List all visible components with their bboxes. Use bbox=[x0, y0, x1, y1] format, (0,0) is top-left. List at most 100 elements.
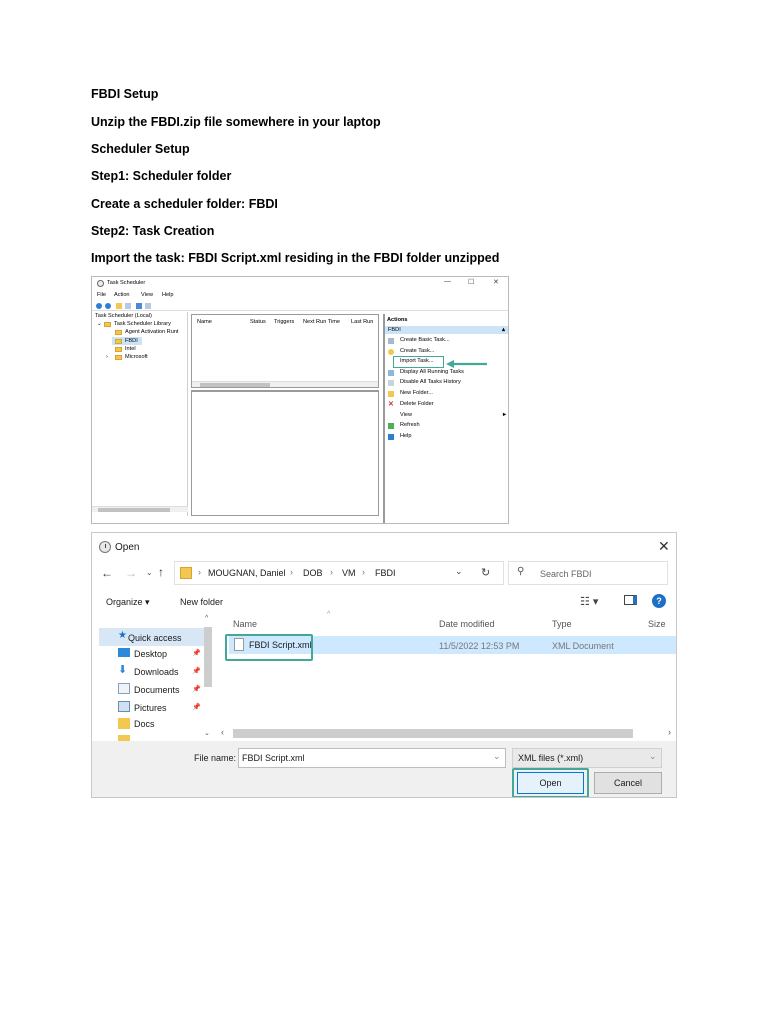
refresh-icon[interactable]: ↻ bbox=[481, 566, 490, 579]
folder-icon bbox=[388, 391, 394, 397]
menu-action[interactable]: Action bbox=[114, 292, 130, 298]
actions-subheader[interactable]: FBDI ▴ bbox=[385, 326, 508, 334]
back-arrow-icon[interactable]: ← bbox=[101, 566, 113, 580]
tree-item-intel[interactable]: Intel bbox=[125, 346, 136, 352]
chevron-down-icon[interactable]: ⌄ bbox=[455, 566, 463, 577]
nav-documents[interactable]: Documents bbox=[134, 685, 180, 695]
help-icon[interactable]: ? bbox=[652, 594, 666, 608]
close-icon[interactable]: ✕ bbox=[493, 278, 499, 286]
organize-button[interactable]: Organize ▾ bbox=[106, 597, 150, 608]
tree-item-agent[interactable]: Agent Activation Runt bbox=[125, 329, 179, 335]
column-triggers[interactable]: Triggers bbox=[274, 319, 294, 325]
column-type[interactable]: Type bbox=[552, 619, 572, 629]
nav-pictures[interactable]: Pictures bbox=[134, 703, 167, 713]
doc-step1: Step1: Scheduler folder bbox=[91, 169, 232, 183]
files-horizontal-scrollbar[interactable]: ‹ › bbox=[219, 727, 676, 739]
scroll-down-icon[interactable]: ⌄ bbox=[204, 729, 210, 737]
scroll-up-icon[interactable]: ^ bbox=[205, 615, 208, 622]
crumb-dob[interactable]: DOB bbox=[303, 568, 323, 578]
recent-locations-icon[interactable]: ⌄ bbox=[146, 568, 153, 577]
menu-help[interactable]: Help bbox=[162, 292, 174, 298]
open-dialog-screenshot: Open ✕ ← → ⌄ ↑ › MOUGNAN, Daniel › DOB ›… bbox=[91, 532, 677, 798]
delete-icon: ✕ bbox=[388, 401, 394, 408]
submenu-arrow-icon: ▸ bbox=[502, 412, 506, 418]
nav-desktop[interactable]: Desktop bbox=[134, 649, 167, 659]
actions-header: Actions bbox=[387, 317, 408, 323]
sort-indicator-icon: ^ bbox=[327, 611, 331, 618]
doc-line-create-folder: Create a scheduler folder: FBDI bbox=[91, 197, 278, 211]
show-hide-icon[interactable] bbox=[125, 303, 131, 309]
crumb-fbdi[interactable]: FBDI bbox=[375, 568, 396, 578]
folder-up-icon[interactable] bbox=[116, 303, 122, 309]
tree-expand-icon: ⌄ bbox=[97, 321, 102, 327]
view-options-icon[interactable]: ☷ ▾ bbox=[580, 595, 598, 608]
search-box[interactable]: ⚲ Search FBDI bbox=[508, 561, 668, 585]
column-date-modified[interactable]: Date modified bbox=[439, 619, 495, 629]
menu-view[interactable]: View bbox=[141, 292, 153, 298]
minimize-icon[interactable]: — bbox=[444, 278, 451, 285]
tree-item-local[interactable]: Task Scheduler (Local) bbox=[95, 313, 152, 319]
crumb-separator-icon: › bbox=[362, 567, 365, 577]
doc-heading-scheduler: Scheduler Setup bbox=[91, 142, 190, 156]
close-icon[interactable]: ✕ bbox=[658, 538, 670, 555]
help-icon bbox=[388, 434, 394, 440]
open-button[interactable]: Open bbox=[517, 772, 584, 794]
folder-icon bbox=[115, 339, 122, 344]
nav-downloads[interactable]: Downloads bbox=[134, 667, 179, 677]
nav-quick-access[interactable]: Quick access bbox=[128, 633, 182, 643]
back-icon[interactable] bbox=[96, 303, 102, 309]
file-name[interactable]: FBDI Script.xml bbox=[249, 640, 312, 650]
column-size[interactable]: Size bbox=[648, 619, 666, 629]
folder-icon bbox=[115, 330, 122, 335]
ts-toolbar bbox=[92, 301, 508, 311]
doc-line-import: Import the task: FBDI Script.xml residin… bbox=[91, 251, 500, 265]
collapse-icon[interactable]: ▴ bbox=[502, 326, 505, 333]
column-name[interactable]: Name bbox=[233, 619, 257, 629]
task-icon bbox=[388, 349, 394, 355]
properties-icon[interactable] bbox=[145, 303, 151, 309]
column-status[interactable]: Status bbox=[250, 319, 266, 325]
preview-pane-icon[interactable] bbox=[624, 595, 637, 605]
pictures-icon bbox=[118, 701, 130, 712]
download-icon: ⬇ bbox=[118, 664, 128, 676]
clock-icon bbox=[97, 280, 104, 287]
ts-menu-bar: File Action View Help bbox=[92, 291, 508, 300]
search-placeholder: Search FBDI bbox=[540, 569, 592, 579]
file-name-input[interactable]: FBDI Script.xml ⌄ bbox=[238, 748, 506, 768]
menu-file[interactable]: File bbox=[97, 292, 106, 298]
maximize-icon[interactable]: ☐ bbox=[468, 278, 474, 286]
file-type-select[interactable]: XML files (*.xml) ⌄ bbox=[512, 748, 662, 768]
nav-vertical-scrollbar[interactable]: ^ ⌄ bbox=[202, 615, 214, 741]
forward-icon[interactable] bbox=[105, 303, 111, 309]
desktop-icon bbox=[118, 648, 130, 657]
scroll-left-icon[interactable]: ‹ bbox=[221, 727, 224, 737]
forward-arrow-icon[interactable]: → bbox=[125, 566, 137, 580]
tree-horizontal-scrollbar[interactable] bbox=[92, 506, 188, 512]
crumb-vm[interactable]: VM bbox=[342, 568, 356, 578]
cancel-button[interactable]: Cancel bbox=[594, 772, 662, 794]
tree-item-fbdi[interactable]: FBDI bbox=[125, 338, 138, 344]
file-date: 11/5/2022 12:53 PM bbox=[439, 641, 520, 651]
action-view[interactable]: View ▸ bbox=[388, 412, 506, 420]
crumb-user[interactable]: MOUGNAN, Daniel bbox=[208, 568, 286, 578]
column-next-run[interactable]: Next Run Time bbox=[303, 319, 340, 325]
nav-docs[interactable]: Docs bbox=[134, 719, 155, 729]
task-icon bbox=[388, 338, 394, 344]
import-task-highlight bbox=[393, 356, 444, 368]
chevron-down-icon[interactable]: ⌄ bbox=[493, 751, 501, 762]
help-icon[interactable] bbox=[136, 303, 142, 309]
folder-icon bbox=[115, 355, 122, 360]
list-horizontal-scrollbar[interactable] bbox=[192, 381, 378, 387]
file-type: XML Document bbox=[552, 641, 614, 651]
tree-item-microsoft[interactable]: Microsoft bbox=[125, 354, 148, 360]
address-bar[interactable]: › MOUGNAN, Daniel › DOB › VM › FBDI ⌄ ↻ bbox=[174, 561, 504, 585]
up-arrow-icon[interactable]: ↑ bbox=[158, 565, 164, 579]
scroll-right-icon[interactable]: › bbox=[668, 727, 671, 737]
column-name[interactable]: Name bbox=[197, 319, 212, 325]
tree-item-library[interactable]: Task Scheduler Library bbox=[114, 321, 171, 327]
ts-title-bar: Task Scheduler — ☐ ✕ bbox=[92, 277, 508, 290]
crumb-separator-icon: › bbox=[198, 567, 201, 577]
column-last-run[interactable]: Last Run bbox=[351, 319, 373, 325]
list-icon bbox=[388, 370, 394, 376]
new-folder-button[interactable]: New folder bbox=[180, 597, 223, 607]
